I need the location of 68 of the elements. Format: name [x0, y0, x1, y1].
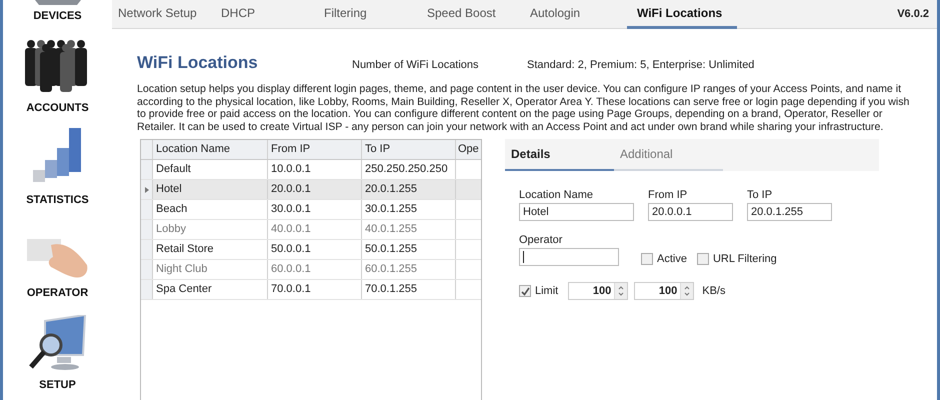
- page-title: WiFi Locations: [137, 53, 259, 73]
- table-cell: 30.0.0.1: [268, 200, 362, 219]
- table-cell: 40.0.1.255: [362, 220, 456, 239]
- column-header[interactable]: To IP: [362, 140, 456, 159]
- sidebar-item[interactable]: DEVICES: [33, 10, 82, 22]
- tab[interactable]: Speed Boost: [421, 0, 524, 29]
- checkbox-label: URL Filtering: [712, 253, 777, 265]
- field-label: From IP: [648, 189, 688, 201]
- checkbox-label: Active: [657, 253, 687, 265]
- table-cell: Default: [153, 160, 268, 179]
- input-field[interactable]: Hotel: [519, 203, 634, 221]
- table-cell: Hotel: [153, 180, 268, 199]
- sidebar-item[interactable]: SETUP: [39, 379, 76, 391]
- table-cell: 40.0.0.1: [268, 220, 362, 239]
- input-field[interactable]: 20.0.1.255: [747, 203, 832, 221]
- tab[interactable]: Details: [505, 139, 614, 171]
- sidebar-item[interactable]: OPERATOR: [26, 287, 88, 299]
- row-pointer-icon: [144, 186, 148, 192]
- description-text: Location setup helps you display different login pages, theme, and page content in the user device. You can configure IP ranges of your Access Points, and name it according to the physical location, like Lobby, Rooms, Main Building, Reseller X, Operator Area Y. These locations can serve free or login page depending if you wish to provide free or paid access on the location. You can configure different content on the page using Page Groups, depending on a brand, Operator, Reseller or Retailer. It can be used to create Virtual ISP - any person can join your network with an Access Point and act under own brand while sharing your infrastructure.: [137, 83, 910, 133]
- table-cell: Beach: [153, 200, 268, 219]
- sidebar-item[interactable]: ACCOUNTS: [26, 102, 89, 114]
- field-label: Operator: [519, 234, 564, 246]
- column-header[interactable]: From IP: [268, 140, 362, 159]
- input-field[interactable]: 20.0.0.1: [648, 203, 733, 221]
- table-cell: 20.0.0.1: [268, 180, 362, 199]
- checkbox[interactable]: [696, 253, 709, 265]
- tab[interactable]: DHCP: [215, 0, 318, 29]
- table-row[interactable]: Retail Store 50.0.0.1 50.0.1.255: [141, 240, 481, 260]
- table-cell: Spa Center: [153, 280, 268, 299]
- table-cell: 60.0.1.255: [362, 260, 456, 279]
- table-cell: Retail Store: [153, 240, 268, 259]
- tab[interactable]: Autologin: [524, 0, 627, 29]
- table-cell: 20.0.1.255: [362, 180, 456, 199]
- number-spinner[interactable]: 100: [568, 282, 628, 300]
- table-row[interactable]: Hotel 20.0.0.1 20.0.1.255: [141, 180, 481, 200]
- checkbox[interactable]: [519, 285, 531, 297]
- table-cell: 30.0.1.255: [362, 200, 456, 219]
- table-cell: 50.0.0.1: [268, 240, 362, 259]
- column-header[interactable]: Location Name: [153, 140, 268, 159]
- table-cell: 50.0.1.255: [362, 240, 456, 259]
- field-label: Location Name: [519, 189, 594, 201]
- number-spinner[interactable]: 100: [634, 282, 694, 300]
- limit-label: Number of WiFi Locations: [352, 59, 480, 71]
- table-row[interactable]: Beach 30.0.0.1 30.0.1.255: [141, 200, 481, 220]
- tab[interactable]: Additional: [614, 139, 723, 171]
- table-row[interactable]: Night Club 60.0.0.1 60.0.1.255: [141, 260, 481, 280]
- limit-value: Standard: 2, Premium: 5, Enterprise: Unlimited: [527, 59, 754, 71]
- table-cell: 10.0.0.1: [268, 160, 362, 179]
- table-cell: 70.0.1.255: [362, 280, 456, 299]
- tab[interactable]: Filtering: [318, 0, 421, 29]
- checkbox[interactable]: [641, 253, 653, 265]
- table-row[interactable]: Spa Center 70.0.0.1 70.0.1.255: [141, 280, 481, 300]
- version-label: V6.0.2: [897, 8, 930, 20]
- table-cell: 60.0.0.1: [268, 260, 362, 279]
- table-cell: Lobby: [153, 220, 268, 239]
- field-label: To IP: [747, 189, 774, 201]
- sidebar-item[interactable]: STATISTICS: [26, 194, 89, 206]
- column-header[interactable]: Ope: [456, 140, 480, 159]
- checkbox-label: Limit: [535, 285, 558, 297]
- table-cell: 250.250.250.250: [362, 160, 456, 179]
- unit-label: KB/s: [702, 285, 726, 297]
- input-field[interactable]: [519, 248, 619, 266]
- table-cell: 70.0.0.1: [268, 280, 362, 299]
- tab[interactable]: WiFi Locations: [627, 0, 737, 29]
- table-row[interactable]: Lobby 40.0.0.1 40.0.1.255: [141, 220, 481, 240]
- monitor-magnifier-icon: [26, 315, 88, 373]
- table-cell: Night Club: [153, 260, 268, 279]
- tab[interactable]: Network Setup: [112, 0, 215, 29]
